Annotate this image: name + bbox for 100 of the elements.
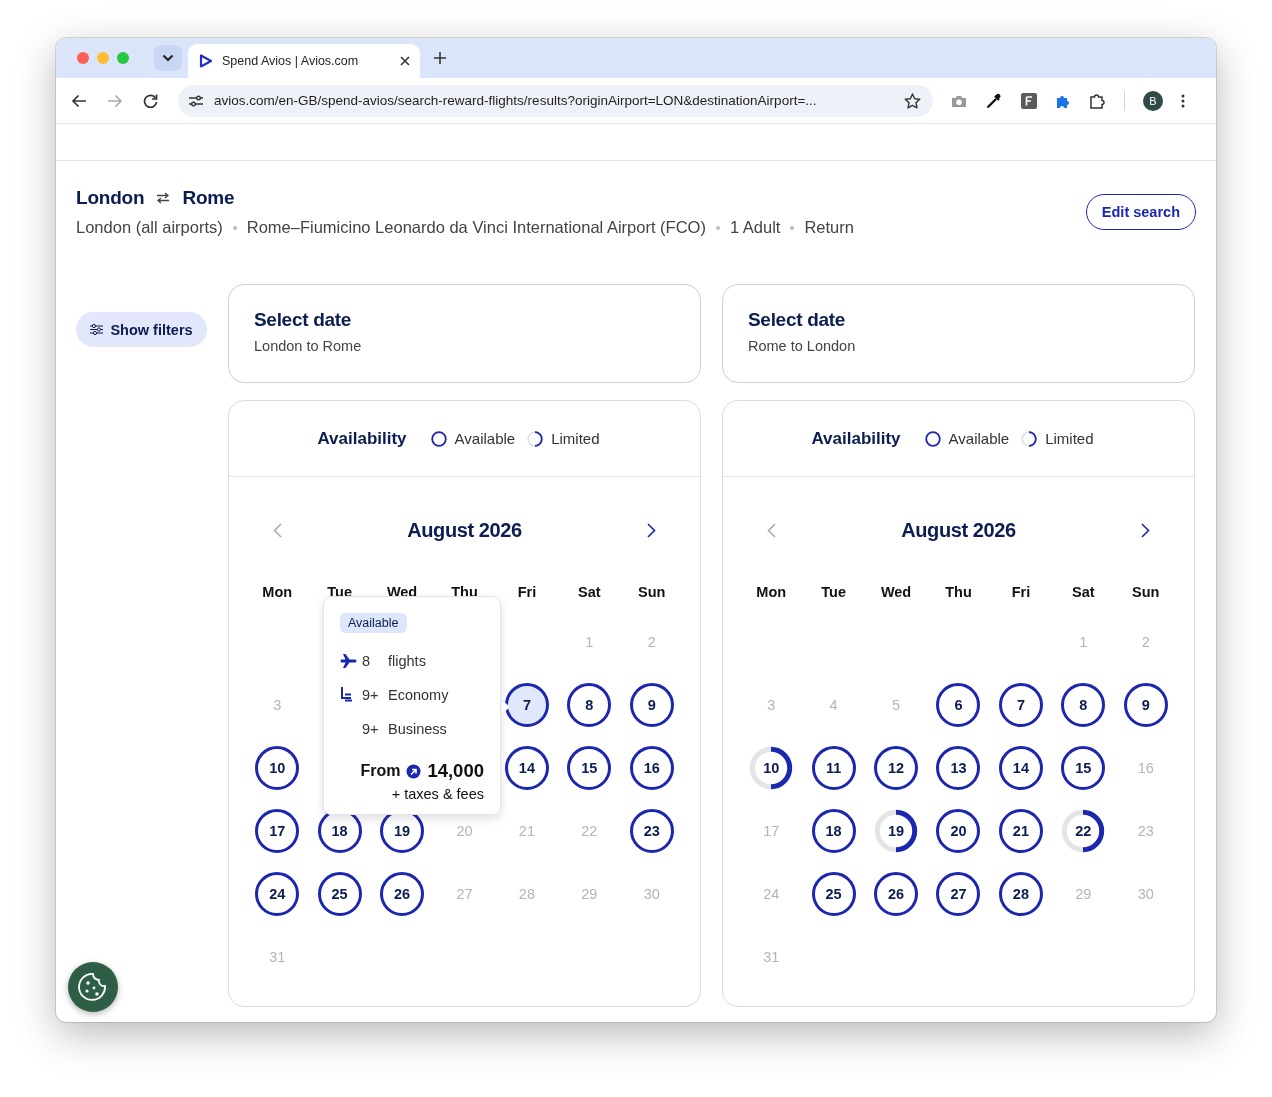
calendar-day: 3 [749,682,794,727]
calendar-day: 16 [1123,745,1168,790]
calendar-day[interactable]: 19 [874,808,919,853]
calendar-day[interactable]: 21 [998,808,1043,853]
site-logo-icon [198,53,214,69]
calendar-day: 5 [874,682,919,727]
weekday-label: Fri [1011,584,1031,600]
weekday-label: Thu [945,584,972,600]
seat-count: 9+ [362,721,380,737]
calendar-day[interactable]: 23 [629,808,674,853]
weekday-label: Fri [517,584,537,600]
calendar-day[interactable]: 25 [317,871,362,916]
calendar-day[interactable]: 26 [380,871,425,916]
extensions-icon[interactable] [1089,92,1106,109]
calendar-day[interactable]: 25 [811,871,856,916]
legend-label: Available [454,430,516,447]
chevron-left-icon [767,522,776,538]
address-bar[interactable]: avios.com/en-GB/spend-avios/search-reward-flights/results?originAirport=LON&destinationAirport=... [178,84,933,117]
calendar-day: 20 [442,808,487,853]
calendar-day[interactable]: 8 [567,682,612,727]
trip-detail: Rome–Fiumicino Leonardo da Vinci International Airport (FCO) [246,218,706,237]
journey-subtitle: London to Rome [254,338,363,354]
calendar-day[interactable]: 11 [811,745,856,790]
new-tab-button[interactable] [434,52,446,64]
more-menu-icon[interactable] [1181,93,1185,108]
calendar-day: 28 [504,871,549,916]
calendar-day[interactable]: 12 [874,745,919,790]
calendar-day[interactable]: 16 [629,745,674,790]
swap-arrows-icon [156,192,171,204]
calendar-day[interactable]: 20 [936,808,981,853]
calendar-day[interactable]: 15 [1061,745,1106,790]
chevron-right-icon [1141,522,1150,538]
eyedropper-icon[interactable] [985,91,1003,110]
calendar-day[interactable]: 18 [811,808,856,853]
calendar-day[interactable]: 26 [874,871,919,916]
edit-search-button[interactable]: Edit search [1085,194,1196,230]
back-button[interactable] [71,93,87,108]
calendar-day: 27 [442,871,487,916]
next-month-button[interactable] [645,520,658,540]
fare-label: Economy [388,687,449,703]
tab-list-button[interactable] [154,45,182,71]
calendar-day[interactable]: 7 [998,682,1043,727]
browser-tab[interactable]: Spend Avios | Avios.com [188,44,420,78]
calendar-day[interactable]: 22 [1061,808,1106,853]
camera-icon[interactable] [951,93,967,108]
weekday-label: Wed [880,584,912,600]
close-icon [400,56,410,66]
month-title: August 2026 [901,518,1016,542]
legend-title: Availability [317,428,407,449]
select-date-card[interactable]: Select date London to Rome [228,284,701,383]
calendar-day: 24 [749,871,794,916]
calendar-day: 31 [255,934,300,979]
show-filters-button[interactable]: Show filters [76,312,207,347]
legend-label: Limited [551,430,600,447]
calendar-day: 22 [567,808,612,853]
calendar-day: 2 [1123,619,1168,664]
select-date-title: Select date [748,309,847,331]
calendar-day[interactable]: 7 [504,682,549,727]
calendar-day: 4 [811,682,856,727]
airplane-icon [340,653,358,669]
calendar-day[interactable]: 13 [936,745,981,790]
calendar-day[interactable]: 10 [255,745,300,790]
reload-icon [143,93,158,108]
calendar-day[interactable]: 14 [998,745,1043,790]
weekday-label: Sat [578,584,601,600]
trip-detail: London (all airports) [76,218,223,237]
calendar-day: 29 [567,871,612,916]
calendar-day[interactable]: 24 [255,871,300,916]
fare-label: Business [388,721,447,737]
calendar-day[interactable]: 10 [749,745,794,790]
taxes-note: + taxes & fees [390,786,484,802]
weekday-label: Sun [638,584,666,600]
origin-city: London [76,187,145,209]
avios-logo-icon [406,763,422,779]
chevron-right-icon [647,522,656,538]
calendar-day[interactable]: 17 [255,808,300,853]
calendar-day[interactable]: 9 [629,682,674,727]
calendar-day[interactable]: 9 [1123,682,1168,727]
f-letter-icon[interactable] [1021,92,1037,109]
calendar-day[interactable]: 15 [567,745,612,790]
reload-button[interactable] [143,93,158,108]
calendar-day[interactable]: 28 [998,871,1043,916]
close-tab-button[interactable] [400,56,410,66]
calendar-day: 30 [629,871,674,916]
select-date-card[interactable]: Select date Rome to London [722,284,1195,383]
calendar-day[interactable]: 6 [936,682,981,727]
avios-price: 14,000 [427,760,484,782]
weekday-label: Mon [756,584,787,600]
calendar-day[interactable]: 14 [504,745,549,790]
weekday-label: Sat [1072,584,1095,600]
calendar-day[interactable]: 8 [1061,682,1106,727]
month-title: August 2026 [407,518,522,542]
calendar-day: 2 [629,619,674,664]
plus-icon [434,52,446,64]
next-month-button[interactable] [1139,520,1152,540]
calendar-day[interactable]: 27 [936,871,981,916]
select-date-title: Select date [254,309,353,331]
profile-avatar[interactable]: B [1143,90,1163,111]
cookie-settings-button[interactable] [68,962,118,1012]
bookmark-star-icon[interactable] [904,92,921,109]
